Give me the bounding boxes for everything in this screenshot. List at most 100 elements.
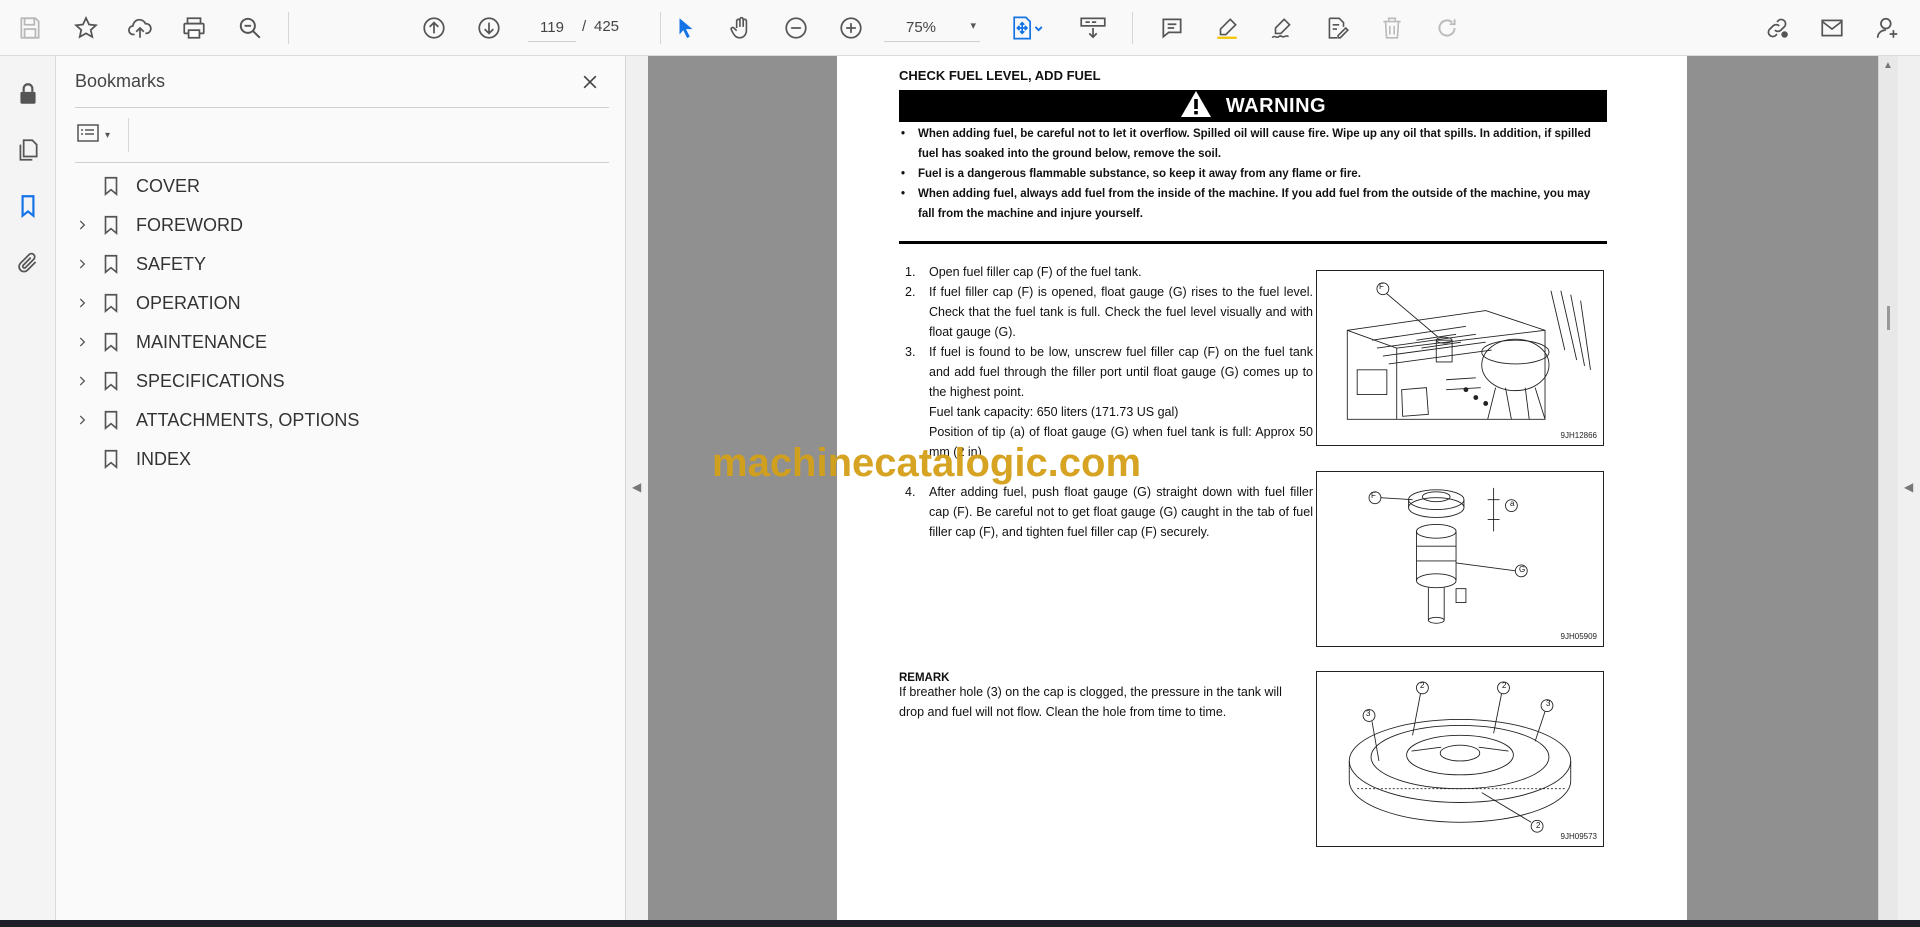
close-icon[interactable] [576, 68, 604, 96]
zoom-value: 75% [906, 19, 937, 36]
section-title: CHECK FUEL LEVEL, ADD FUEL [899, 68, 1101, 83]
taskbar-edge [0, 920, 1920, 927]
procedure-step: 2. If fuel filler cap (F) is opened, flo… [905, 282, 1313, 342]
divider [75, 107, 609, 108]
scrollbar-thumb[interactable] [1887, 306, 1890, 330]
bookmark-icon [96, 291, 126, 315]
chevron-right-icon[interactable] [68, 365, 96, 397]
step-number: 1. [905, 265, 916, 279]
figure-callout: F [1379, 282, 1384, 291]
chevron-left-icon: ◀ [632, 480, 642, 494]
bookmark-item-cover[interactable]: COVER [68, 170, 568, 202]
bookmark-item-foreword[interactable]: FOREWORD [68, 209, 568, 241]
attachments-icon[interactable] [10, 244, 46, 280]
share-link-icon[interactable] [1759, 10, 1795, 46]
pdf-page: CHECK FUEL LEVEL, ADD FUEL WARNING • Whe… [712, 56, 1687, 920]
bookmark-icon [96, 369, 126, 393]
page-separator: / [582, 18, 587, 35]
zoom-out-icon[interactable] [778, 10, 814, 46]
hand-tool-icon[interactable] [723, 10, 759, 46]
bookmark-label: COVER [136, 175, 201, 196]
email-icon[interactable] [1814, 10, 1850, 46]
pdf-viewer-window: / 425 75% ▾ [0, 0, 1920, 927]
chevron-right-icon[interactable] [68, 209, 96, 241]
chevron-right-icon[interactable] [68, 404, 96, 436]
figure-code: 9JH09573 [1560, 832, 1597, 841]
step-text: If fuel is found to be low, unscrew fuel… [929, 345, 1313, 399]
bookmark-item-index[interactable]: INDEX [68, 443, 568, 475]
bookmarks-panel-icon[interactable] [10, 188, 46, 224]
chevron-right-icon[interactable] [68, 248, 96, 280]
print-icon[interactable] [176, 10, 212, 46]
toolbar-separator [1132, 12, 1133, 44]
chevron-down-icon: ▾ [105, 129, 111, 141]
bookmark-icon [96, 408, 126, 432]
procedure-step: 4. After adding fuel, push float gauge (… [905, 482, 1313, 542]
page-fit-icon[interactable] [1003, 10, 1053, 46]
figure-callout: F [1371, 491, 1376, 500]
warning-banner: WARNING [899, 90, 1607, 122]
bookmark-icon [96, 330, 126, 354]
security-lock-icon[interactable] [10, 76, 46, 112]
vertical-scrollbar[interactable]: ▲ [1878, 56, 1898, 920]
procedure-step: 1. Open fuel filler cap (F) of the fuel … [905, 262, 1313, 282]
scroll-up-icon[interactable]: ▲ [1883, 60, 1893, 71]
scrolling-mode-icon[interactable] [1073, 10, 1113, 46]
zoom-select[interactable]: 75% ▾ [884, 14, 980, 42]
page-number-input[interactable] [528, 14, 576, 42]
select-cursor-icon[interactable] [668, 10, 704, 46]
collapse-panel-button[interactable]: ◀ [626, 56, 648, 920]
bookmark-label: MAINTENANCE [136, 331, 268, 352]
highlight-pen-icon[interactable] [1209, 10, 1245, 46]
figure-code: 9JH05909 [1560, 632, 1597, 641]
figure-float-gauge: F a G 9JH05909 [1316, 471, 1604, 647]
expand-right-panel-icon[interactable]: ◀ [1904, 480, 1913, 494]
bookmark-item-specifications[interactable]: SPECIFICATIONS [68, 365, 568, 397]
upload-cloud-icon[interactable] [122, 10, 158, 46]
bookmark-label: SPECIFICATIONS [136, 370, 285, 391]
draw-signature-icon[interactable] [1264, 10, 1300, 46]
previous-page-icon[interactable] [416, 10, 452, 46]
save-icon[interactable] [12, 10, 48, 46]
toolbar-separator [288, 12, 289, 44]
page-thumbnails-icon[interactable] [10, 132, 46, 168]
next-page-icon[interactable] [471, 10, 507, 46]
remark-text: If breather hole (3) on the cap is clogg… [899, 685, 1282, 719]
navigation-rail [0, 56, 56, 920]
figure-callout: 3 [1366, 709, 1371, 718]
figure-callout: G [1519, 565, 1526, 574]
bookmark-item-maintenance[interactable]: MAINTENANCE [68, 326, 568, 358]
bullet: • [901, 128, 906, 140]
bookmark-label: SAFETY [136, 253, 207, 274]
figure-code: 9JH12866 [1560, 431, 1597, 440]
list-options-icon [75, 121, 101, 150]
edit-document-icon[interactable] [1319, 10, 1355, 46]
bookmark-options-button[interactable]: ▾ [75, 119, 127, 151]
find-zoom-icon[interactable] [232, 10, 268, 46]
chevron-right-icon[interactable] [68, 287, 96, 319]
step-text: Open fuel filler cap (F) of the fuel tan… [929, 265, 1142, 279]
document-viewer[interactable]: CHECK FUEL LEVEL, ADD FUEL WARNING • Whe… [648, 56, 1878, 920]
figure-callout: 2 [1502, 681, 1507, 690]
bookmark-icon [96, 252, 126, 276]
redo-icon[interactable] [1429, 10, 1465, 46]
bookmark-item-operation[interactable]: OPERATION [68, 287, 568, 319]
comment-icon[interactable] [1154, 10, 1190, 46]
warning-text: When adding fuel, always add fuel from t… [918, 188, 1591, 220]
add-user-icon[interactable] [1870, 10, 1906, 46]
step-text: If fuel filler cap (F) is opened, float … [929, 285, 1313, 339]
bookmark-item-attachments-options[interactable]: ATTACHMENTS, OPTIONS [68, 404, 568, 436]
warning-bottom-rule [899, 241, 1607, 244]
chevron-right-icon[interactable] [68, 326, 96, 358]
bookmark-item-safety[interactable]: SAFETY [68, 248, 568, 280]
warning-triangle-icon [1180, 90, 1212, 123]
bookmark-star-icon[interactable] [68, 10, 104, 46]
figure-callout: 2 [1536, 821, 1541, 830]
step-number: 3. [905, 345, 916, 359]
trash-icon[interactable] [1374, 10, 1410, 46]
bookmark-label: FOREWORD [136, 214, 243, 235]
step-number: 2. [905, 285, 916, 299]
zoom-in-icon[interactable] [833, 10, 869, 46]
